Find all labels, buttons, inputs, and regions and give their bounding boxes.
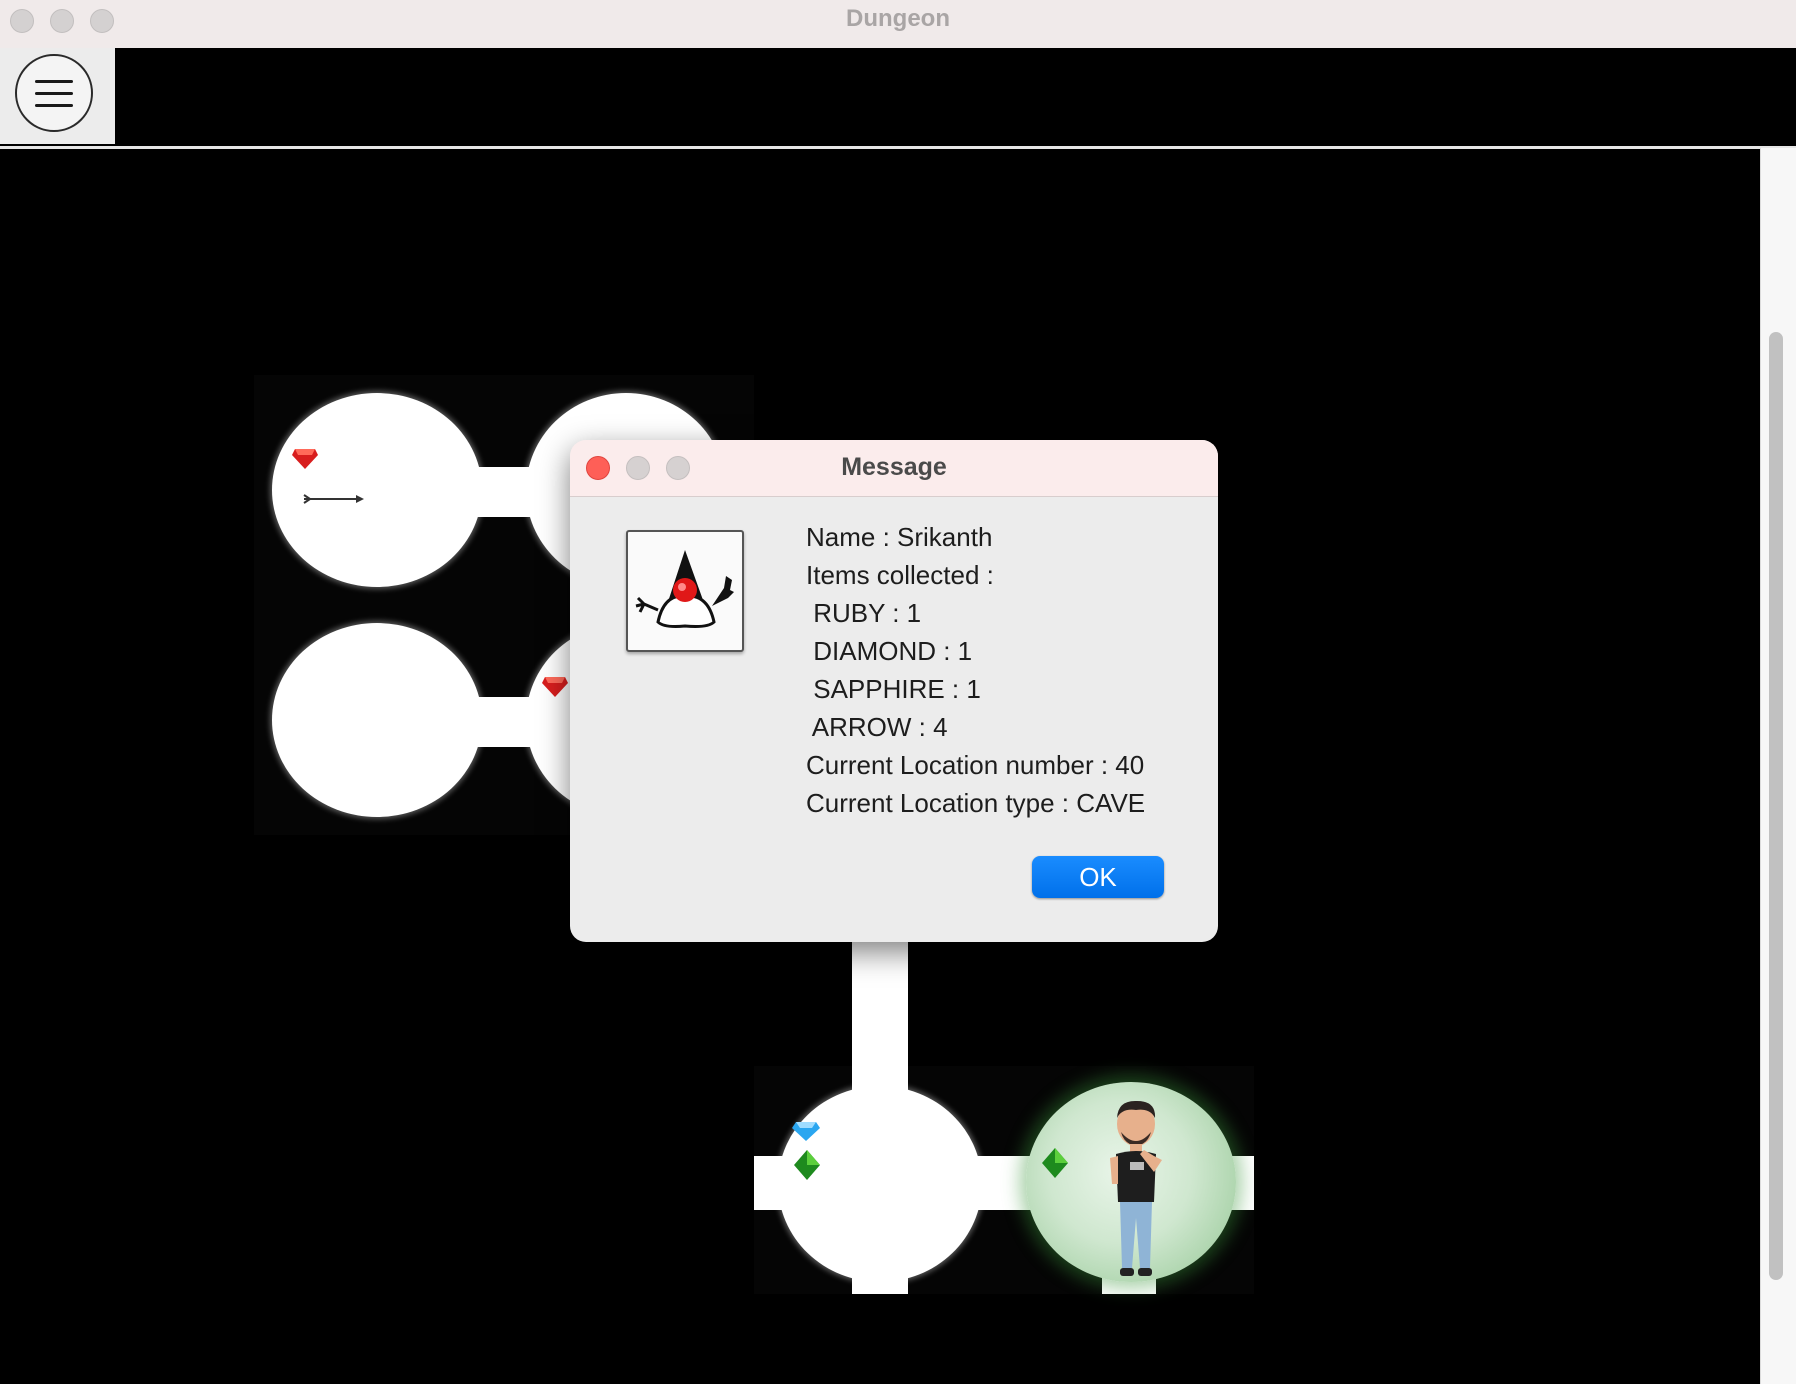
diamond-icon (1042, 1148, 1068, 1178)
player-name-text: Name : Srikanth (806, 522, 993, 552)
message-body: Name : Srikanth Items collected : RUBY :… (806, 518, 1145, 822)
player-avatar-icon (1110, 1100, 1162, 1276)
hamburger-menu-icon-line (35, 92, 73, 95)
arrow-icon (303, 494, 364, 504)
scrollbar-thumb[interactable] (1769, 332, 1783, 1280)
diamond-count-text: DIAMOND : 1 (806, 636, 973, 666)
dialog-titlebar: Message (570, 440, 1218, 497)
window-title: Dungeon (846, 5, 950, 32)
hamburger-menu-icon-line (35, 104, 73, 107)
cave-room (272, 623, 482, 817)
java-duke-icon (626, 530, 744, 652)
message-dialog: Message Name : Srikanth Items collected … (570, 440, 1218, 942)
location-number-text: Current Location number : 40 (806, 750, 1145, 780)
ruby-count-text: RUBY : 1 (806, 598, 922, 628)
items-collected-heading: Items collected : (806, 560, 994, 590)
ok-button[interactable]: OK (1032, 856, 1164, 898)
window-titlebar: Dungeon (0, 0, 1796, 49)
hamburger-menu-icon (35, 80, 73, 83)
sapphire-icon (792, 1122, 820, 1141)
toolbar (0, 48, 1796, 149)
arrow-count-text: ARROW : 4 (806, 712, 948, 742)
location-type-text: Current Location type : CAVE (806, 788, 1146, 818)
menu-cell (0, 48, 115, 144)
ruby-icon (542, 677, 568, 697)
cave-room (272, 393, 482, 587)
cave-room (778, 1086, 982, 1282)
sapphire-count-text: SAPPHIRE : 1 (806, 674, 981, 704)
diamond-icon (794, 1150, 820, 1180)
ruby-icon (292, 449, 318, 469)
dialog-title: Message (841, 453, 947, 481)
hamburger-menu-button[interactable] (15, 54, 93, 132)
